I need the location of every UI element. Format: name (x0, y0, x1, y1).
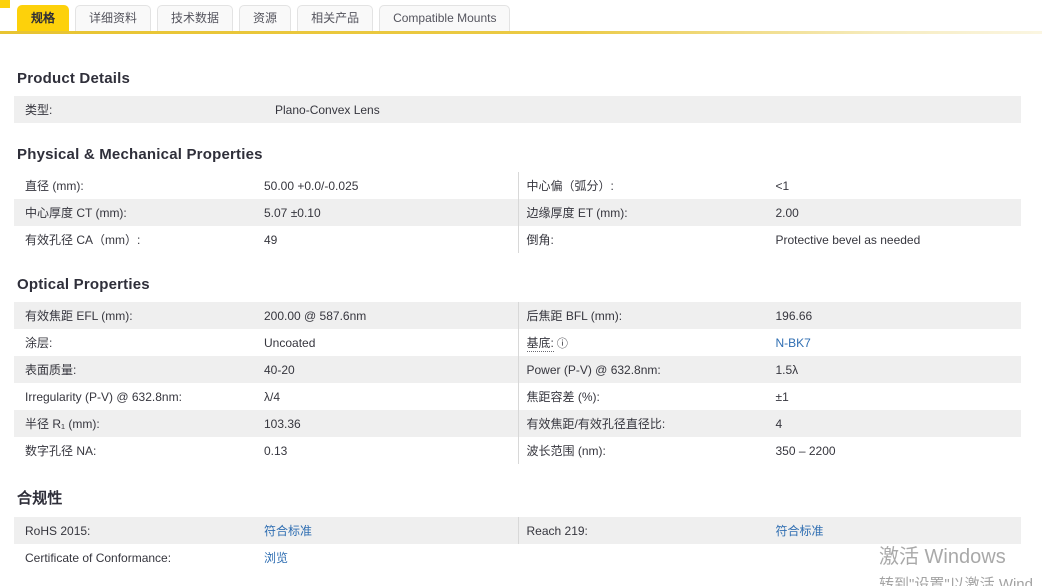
spec-value: 196.66 (775, 308, 813, 323)
spec-label: Reach 219: (526, 523, 588, 538)
table-row: Certificate of Conformance: 浏览 (14, 544, 1021, 571)
spec-value: 350 – 2200 (775, 443, 836, 458)
spec-content: Product Details 类型: Plano-Convex Lens Ph… (0, 70, 1021, 571)
spec-value: 49 (264, 232, 278, 247)
table-row: 中心厚度 CT (mm): 5.07 ±0.10 边缘厚度 ET (mm): 2… (14, 199, 1021, 226)
spec-value: Plano-Convex Lens (275, 102, 380, 117)
spec-label: 涂层: (25, 336, 53, 350)
spec-label: 有效焦距 EFL (mm): (25, 309, 133, 323)
spec-value: λ/4 (264, 389, 281, 404)
physical-table: 直径 (mm): 50.00 +0.0/-0.025 中心偏（弧分）: <1 中… (14, 172, 1021, 253)
spec-label: 类型: (25, 103, 53, 117)
spec-label: 边缘厚度 ET (mm): (526, 206, 628, 220)
rohs-compliant-link[interactable]: 符合标准 (264, 522, 518, 539)
table-row: 涂层: Uncoated 基底: ⓘ N-BK7 (14, 329, 1021, 356)
tab-specs[interactable]: 规格 (17, 5, 70, 31)
spec-value: <1 (775, 178, 790, 193)
table-row: RoHS 2015: 符合标准 Reach 219: 符合标准 (14, 517, 1021, 544)
section-heading-product-details: Product Details (17, 70, 131, 87)
section-heading-optical: Optical Properties (17, 276, 150, 293)
spec-label: 焦距容差 (%): (526, 390, 600, 404)
watermark-line2: 转到"设置"以激活 Wind (879, 576, 1033, 586)
corner-accent (0, 0, 10, 8)
spec-label: Irregularity (P-V) @ 632.8nm: (25, 389, 182, 404)
table-row: 表面质量: 40-20 Power (P-V) @ 632.8nm: 1.5λ (14, 356, 1021, 383)
spec-label: Certificate of Conformance: (25, 550, 172, 565)
table-row: 类型: Plano-Convex Lens (14, 96, 1021, 123)
table-row: 半径 R₁ (mm): 103.36 有效焦距/有效孔径直径比: 4 (14, 410, 1021, 437)
spec-value: ±1 (775, 389, 789, 404)
tab-technical-data[interactable]: 技术数据 (157, 5, 234, 31)
substrate-link[interactable]: N-BK7 (776, 336, 1022, 350)
spec-value: 4 (775, 416, 783, 431)
spec-label: 半径 R₁ (mm): (25, 417, 100, 431)
spec-value: 5.07 ±0.10 (264, 205, 321, 220)
table-row: 直径 (mm): 50.00 +0.0/-0.025 中心偏（弧分）: <1 (14, 172, 1021, 199)
spec-value: Uncoated (264, 335, 316, 350)
tab-accent-underline (0, 31, 1042, 34)
spec-value: 2.00 (775, 205, 799, 220)
spec-value: 0.13 (264, 443, 288, 458)
table-row: 数字孔径 NA: 0.13 波长范围 (nm): 350 – 2200 (14, 437, 1021, 464)
optical-table: 有效焦距 EFL (mm): 200.00 @ 587.6nm 后焦距 BFL … (14, 302, 1021, 464)
section-heading-physical: Physical & Mechanical Properties (17, 146, 263, 163)
spec-value: 1.5λ (775, 362, 799, 377)
certificate-view-link[interactable]: 浏览 (264, 549, 518, 566)
spec-label: Power (P-V) @ 632.8nm: (526, 362, 661, 377)
spec-label: RoHS 2015: (25, 523, 91, 538)
spec-value: Protective bevel as needed (775, 232, 921, 247)
spec-label: 有效焦距/有效孔径直径比: (526, 417, 666, 431)
spec-value: 103.36 (264, 416, 301, 431)
spec-label: 波长范围 (nm): (526, 444, 606, 458)
product-details-table: 类型: Plano-Convex Lens (14, 96, 1021, 123)
spec-label: 表面质量: (25, 363, 77, 377)
compliance-table: RoHS 2015: 符合标准 Reach 219: 符合标准 Certific… (14, 517, 1021, 571)
table-row: 有效焦距 EFL (mm): 200.00 @ 587.6nm 后焦距 BFL … (14, 302, 1021, 329)
tab-compatible-mounts[interactable]: Compatible Mounts (379, 5, 511, 31)
tab-details[interactable]: 详细资料 (75, 5, 152, 31)
reach-compliant-link[interactable]: 符合标准 (776, 522, 1022, 539)
spec-label: 直径 (mm): (25, 179, 84, 193)
spec-label: 后焦距 BFL (mm): (526, 309, 623, 323)
info-icon[interactable]: ⓘ (557, 338, 568, 350)
spec-value: 200.00 @ 587.6nm (264, 308, 367, 323)
spec-label: 有效孔径 CA（mm）: (25, 233, 141, 247)
spec-label: 中心偏（弧分）: (526, 179, 614, 193)
spec-label: 数字孔径 NA: (25, 444, 97, 458)
spec-label: 中心厚度 CT (mm): (25, 206, 127, 220)
spec-value: 50.00 +0.0/-0.025 (264, 178, 359, 193)
table-row: 有效孔径 CA（mm）: 49 倒角: Protective bevel as … (14, 226, 1021, 253)
tab-related-products[interactable]: 相关产品 (297, 5, 374, 31)
table-row: Irregularity (P-V) @ 632.8nm: λ/4 焦距容差 (… (14, 383, 1021, 410)
spec-label: 倒角: (526, 233, 554, 247)
spec-value: 40-20 (264, 362, 295, 377)
section-heading-compliance: 合规性 (17, 490, 63, 507)
spec-label-substrate: 基底: ⓘ (526, 336, 568, 352)
tab-resources[interactable]: 资源 (239, 5, 292, 31)
tab-bar: 规格 详细资料 技术数据 资源 相关产品 Compatible Mounts (0, 0, 1042, 31)
